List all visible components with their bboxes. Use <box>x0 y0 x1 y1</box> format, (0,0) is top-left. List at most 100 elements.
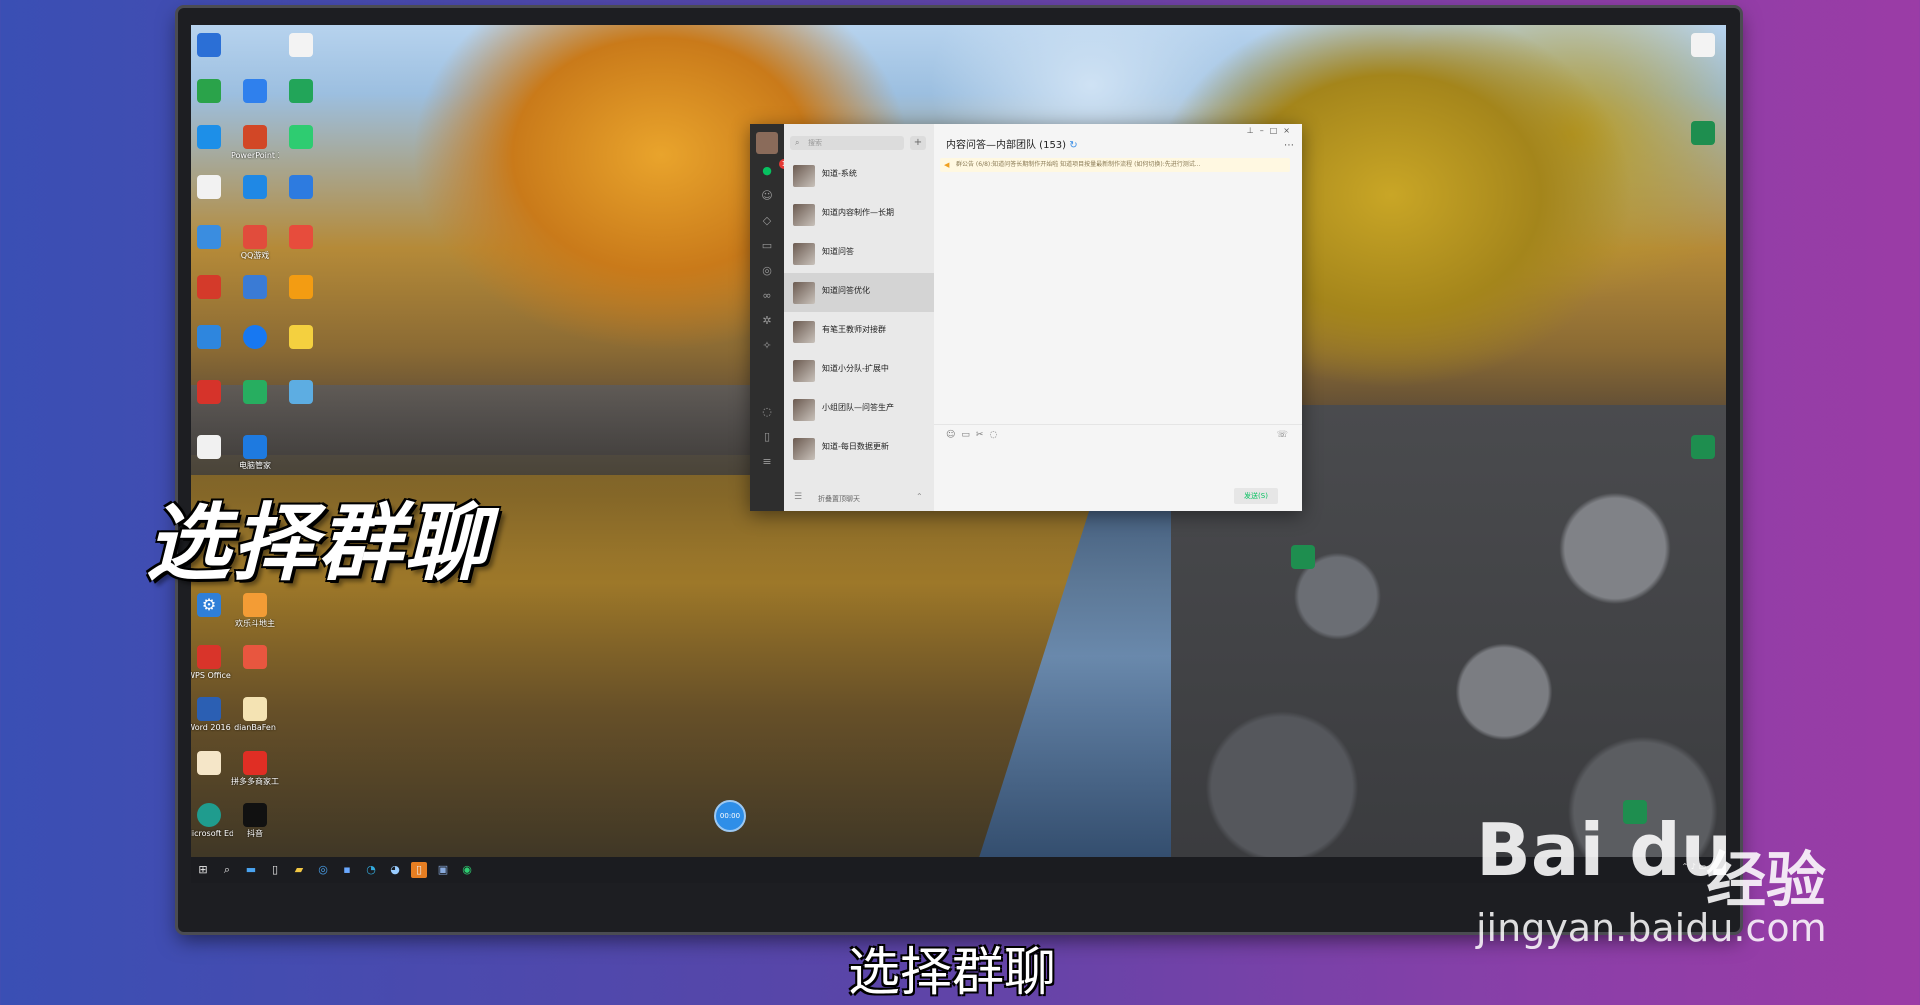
recording-timer[interactable]: 00:00 <box>714 800 746 832</box>
favorites-icon[interactable]: ◇ <box>759 213 775 229</box>
chat-list-item[interactable]: 知道问答 <box>784 234 934 273</box>
chat-list-item[interactable]: 知道内容制作—长期 <box>784 195 934 234</box>
desktop-icon[interactable] <box>231 275 279 301</box>
miniprogram-icon[interactable]: ✧ <box>759 338 775 354</box>
chat-main-panel: 内容问答—内部团队 (153) ↻ ⊥–□× ⋯ ◀ 群公告 (6/8):知道问答… <box>934 124 1302 511</box>
search-input[interactable]: ⌕ 搜索 <box>790 136 904 150</box>
avatar <box>793 321 815 343</box>
photoshop-icon[interactable]: ▪ <box>339 862 355 878</box>
desktop-icon[interactable] <box>191 751 233 777</box>
desktop-icon-wps[interactable]: WPS Office <box>191 645 233 680</box>
desktop-icon[interactable] <box>277 79 325 105</box>
scissors-icon[interactable]: ✂ <box>976 430 990 440</box>
desktop-icon[interactable] <box>191 79 233 105</box>
desktop-icon[interactable] <box>277 225 325 251</box>
desktop-icon[interactable] <box>191 380 233 406</box>
chat-sidebar-rail: ●1 ☺ ◇ ▭ ◎ ∞ ✲ ✧ ◌ ▯ ≡ <box>750 124 789 511</box>
desktop-icon[interactable] <box>231 325 279 351</box>
chat-title: 内容问答—内部团队 (153) ↻ <box>946 140 1078 151</box>
chat-list-item[interactable]: 小组团队—问答生产 <box>784 390 934 429</box>
search-feature-icon[interactable]: ✲ <box>759 313 775 329</box>
folder-icon[interactable]: ▭ <box>961 430 976 440</box>
desktop-icon[interactable] <box>191 435 233 461</box>
desktop-icon[interactable] <box>1279 545 1327 571</box>
group-notice[interactable]: ◀ 群公告 (6/8):知道问答长期制作开始啦 知道项目按量最新制作流程 (如何切… <box>940 158 1290 172</box>
more-icon[interactable]: ⋯ <box>1284 140 1294 151</box>
desktop-icon-qqgame[interactable]: QQ游戏 <box>231 225 279 260</box>
avatar <box>793 438 815 460</box>
avatar <box>793 399 815 421</box>
desktop-icon[interactable] <box>1679 33 1726 59</box>
desktop-icon[interactable] <box>191 175 233 201</box>
list-icon: ☰ <box>794 492 803 502</box>
folder-icon[interactable]: ▭ <box>759 238 775 254</box>
desktop-icon-pdd[interactable]: 拼多多商家工作台 <box>231 751 279 786</box>
browser-icon[interactable]: ◎ <box>315 862 331 878</box>
desktop-icon-powerpoint[interactable]: PowerPoint 2016 <box>231 125 279 160</box>
desktop-icon[interactable] <box>231 175 279 201</box>
desktop-icon[interactable] <box>231 645 279 671</box>
phone-device-icon[interactable]: ◌ <box>759 404 775 420</box>
desktop-icon-doudizhu[interactable]: 欢乐斗地主 <box>231 593 279 628</box>
moments-icon[interactable]: ◎ <box>759 263 775 279</box>
close-icon[interactable]: × <box>1283 126 1296 135</box>
chat-list-item-selected[interactable]: 知道问答优化 <box>784 273 934 312</box>
search-icon: ⌕ <box>795 138 800 147</box>
contacts-icon[interactable]: ☺ <box>759 188 775 204</box>
maximize-icon[interactable]: □ <box>1270 126 1284 135</box>
desktop-icon[interactable] <box>1679 121 1726 147</box>
avatar <box>793 360 815 382</box>
menu-icon[interactable]: ≡ <box>759 454 775 470</box>
chat-list-item[interactable]: 有笔王教师对接群 <box>784 312 934 351</box>
phone-call-icon[interactable]: ☏ <box>1277 430 1288 440</box>
desktop-icon[interactable] <box>277 33 325 59</box>
app-icon[interactable]: ▣ <box>435 862 451 878</box>
desktop-icon-word[interactable]: Word 2016 <box>191 697 233 732</box>
chat-list: ⌕ 搜索 + 知道-系统 知道内容制作—长期 知道问答 知道问答优化 有笔王教师对… <box>784 124 934 511</box>
file-icon[interactable]: ▯ <box>267 862 283 878</box>
desktop-icon[interactable] <box>191 275 233 301</box>
desktop-icon[interactable] <box>277 325 325 351</box>
search-icon[interactable]: ⌕ <box>219 862 235 878</box>
avatar[interactable] <box>756 132 778 154</box>
watermark-url: jingyan.baidu.com <box>1476 906 1827 950</box>
desktop-icon-dianbafen[interactable]: dianBaFen <box>231 697 279 732</box>
avatar <box>793 282 815 304</box>
input-toolbar: ☺▭✂◌ <box>946 430 1003 440</box>
desktop-icon[interactable] <box>277 275 325 301</box>
task-view-icon[interactable]: ▬ <box>243 862 259 878</box>
chat-icon[interactable]: ●1 <box>759 159 789 179</box>
desktop-icon[interactable] <box>277 380 325 406</box>
active-app-icon[interactable]: ▯ <box>411 862 427 878</box>
chat-history-icon[interactable]: ◌ <box>989 430 1003 440</box>
emoji-icon[interactable]: ☺ <box>946 430 961 440</box>
chat-list-item[interactable]: 知道-系统 <box>784 156 934 195</box>
desktop-icon[interactable] <box>277 125 325 151</box>
desktop-icon[interactable] <box>277 175 325 201</box>
chat-list-item[interactable]: 知道小分队-扩展中 <box>784 351 934 390</box>
edge-icon[interactable]: ◔ <box>363 862 379 878</box>
desktop-icon-guanjia[interactable]: 电脑管家 <box>231 435 279 470</box>
desktop-icon[interactable] <box>231 380 279 406</box>
chat-list-item[interactable]: 知道-每日数据更新 <box>784 429 934 468</box>
chevron-up-icon: ⌃ <box>916 492 923 501</box>
desktop-icon[interactable] <box>231 79 279 105</box>
desktop-icon[interactable] <box>191 325 233 351</box>
fold-pinned-chats[interactable]: ☰ 折叠置顶聊天 ⌃ <box>784 485 934 511</box>
send-button[interactable]: 发送(S) <box>1234 488 1278 504</box>
desktop-icon-edge[interactable]: Microsoft Edge <box>191 803 233 838</box>
desktop-icon[interactable] <box>191 33 233 59</box>
wechat-icon[interactable]: ◉ <box>459 862 475 878</box>
pin-icon[interactable]: ⊥ <box>1247 126 1260 135</box>
desktop-icon-douyin[interactable]: 抖音 <box>231 803 279 838</box>
desktop-icon[interactable] <box>191 225 233 251</box>
minimize-icon[interactable]: – <box>1260 126 1270 135</box>
desktop-icon[interactable] <box>1679 435 1726 461</box>
windows-start-icon[interactable]: ⊞ <box>195 862 211 878</box>
globe-icon[interactable]: ◕ <box>387 862 403 878</box>
add-button[interactable]: + <box>910 136 926 150</box>
channels-icon[interactable]: ∞ <box>759 288 775 304</box>
desktop-icon[interactable] <box>191 125 233 151</box>
explorer-icon[interactable]: ▰ <box>291 862 307 878</box>
mobile-icon[interactable]: ▯ <box>759 429 775 445</box>
